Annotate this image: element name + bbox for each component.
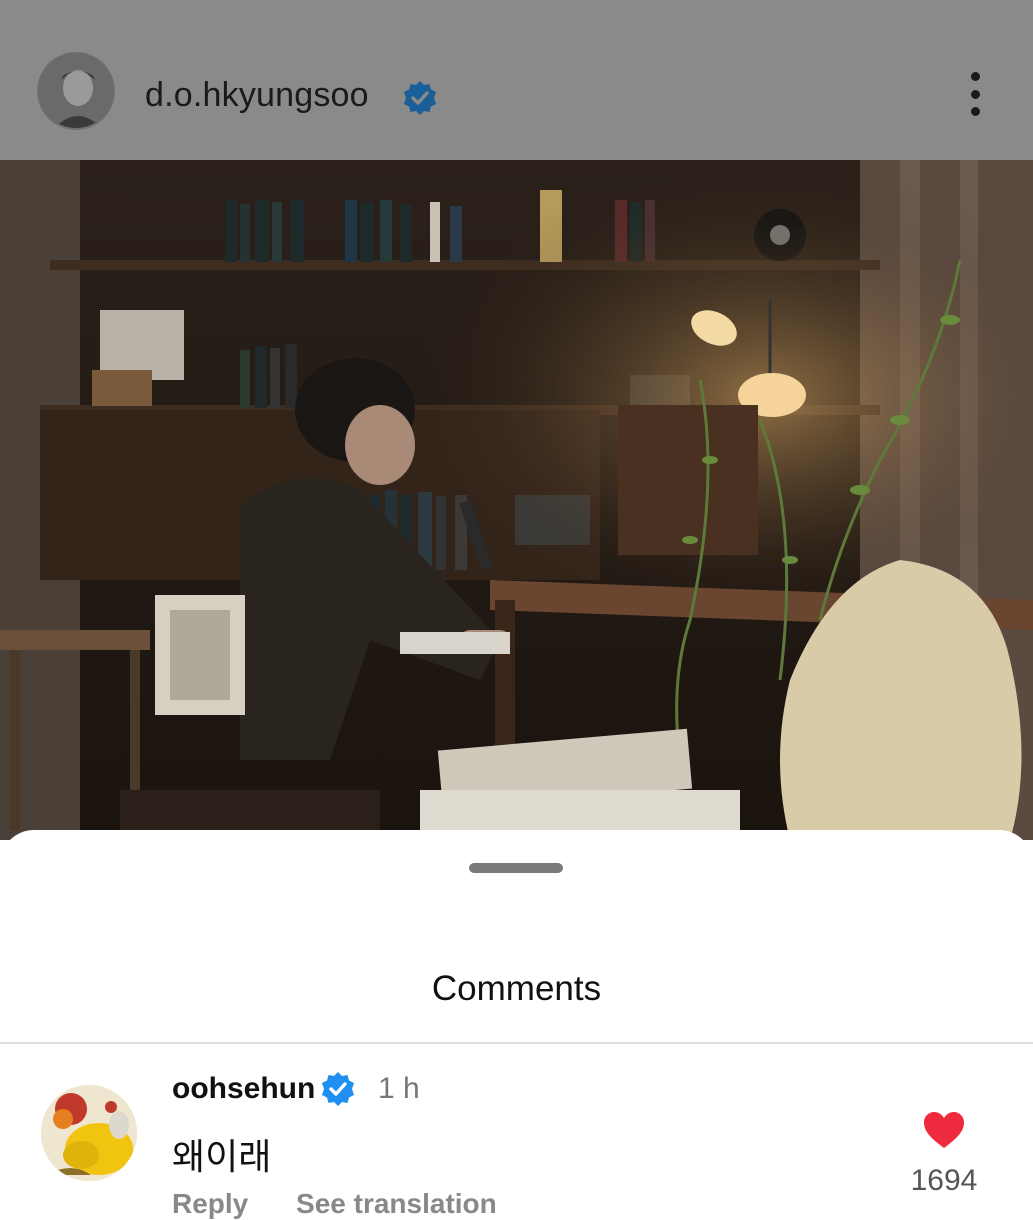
reply-button[interactable]: Reply <box>172 1188 248 1219</box>
post-header: d.o.hkyungsoo <box>0 0 1033 160</box>
post-username[interactable]: d.o.hkyungsoo <box>145 76 369 115</box>
commenter-username[interactable]: oohsehun <box>172 1072 315 1106</box>
commenter-avatar[interactable] <box>41 1085 137 1181</box>
heart-icon[interactable] <box>922 1110 966 1150</box>
more-options-button[interactable] <box>955 68 995 120</box>
verified-badge-icon <box>404 81 436 115</box>
profile-avatar[interactable] <box>37 52 115 130</box>
see-translation-button[interactable]: See translation <box>296 1188 497 1219</box>
more-vertical-icon <box>970 72 980 81</box>
post-photo[interactable] <box>0 160 1033 840</box>
verified-badge-icon <box>322 1072 354 1106</box>
drag-handle[interactable] <box>469 863 563 873</box>
comments-title: Comments <box>431 969 602 1008</box>
like-count: 1694 <box>910 1164 978 1197</box>
comment-timestamp: 1 h <box>378 1072 420 1105</box>
comments-sheet: Comments oohsehun 1 h 왜이래 Reply See tran… <box>0 830 1033 1219</box>
comment-item: oohsehun 1 h 왜이래 Reply See translation 1… <box>0 1044 1033 1219</box>
comment-actions: Reply See translation <box>172 1188 537 1220</box>
comment-text: 왜이래 <box>172 1137 272 1178</box>
